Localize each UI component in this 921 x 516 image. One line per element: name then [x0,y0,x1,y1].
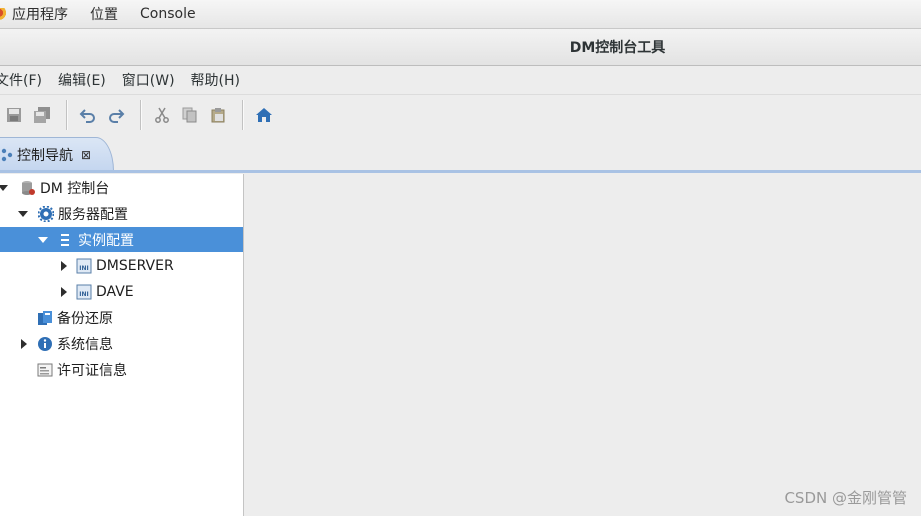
redo-icon [109,109,125,123]
save-icon [7,108,21,122]
expand-arrow-icon[interactable] [0,184,8,191]
view-tab-row: 控制导航 ⊠ [0,135,921,173]
paste-icon [211,108,225,123]
top-panel: 应用程序 位置 Console [0,0,921,29]
save-all-button[interactable] [30,103,54,127]
toolbar-separator [66,100,68,130]
tree-node-instance-dave[interactable]: INI DAVE [0,279,243,304]
svg-text:INI: INI [79,265,89,272]
tree-node-label: 服务器配置 [58,206,128,223]
tree-node-license-info[interactable]: 许可证信息 [0,357,243,382]
collapse-arrow-icon[interactable] [61,286,67,297]
database-icon [20,180,36,196]
menu-help[interactable]: 帮助(H) [191,70,240,90]
menu-bar: 文件(F) 编辑(E) 窗口(W) 帮助(H) [0,66,921,93]
applications-menu[interactable]: 应用程序 [0,4,68,24]
console-task[interactable]: Console [140,6,196,22]
screen: 应用程序 位置 Console DM控制台工具 文件(F) 编辑(E) 窗口(W… [0,0,921,516]
tree-node-root[interactable]: DM 控制台 [0,175,243,200]
places-label: 位置 [90,7,118,23]
tree-node-instance-dmserver[interactable]: INI DMSERVER [0,253,243,278]
window-title-bar[interactable]: DM控制台工具 [0,29,921,66]
tree-node-system-info[interactable]: 系统信息 [0,331,243,356]
tab-underline [0,170,921,173]
license-icon [37,362,53,378]
toolbar-separator [242,100,244,130]
cut-icon [155,107,169,123]
save-all-icon [34,107,50,123]
collapse-arrow-icon[interactable] [61,260,67,271]
menu-window[interactable]: 窗口(W) [122,70,175,90]
copy-icon [182,107,197,123]
tree-node-server-config[interactable]: 服务器配置 [0,201,243,226]
expand-arrow-icon[interactable] [18,210,28,217]
window-title: DM控制台工具 [569,40,666,56]
home-icon [256,108,272,122]
toolbar-separator [140,100,142,130]
navigator-panel: DM 控制台 服务器配置 实例配置 INI DMSERVER INI DAVE … [0,174,244,516]
applications-icon [0,8,6,20]
tree-node-label: 实例配置 [78,232,134,249]
editor-area: CSDN @金刚管管 [244,174,921,516]
tab-control-navigator[interactable]: 控制导航 ⊠ [0,137,114,171]
svg-text:INI: INI [79,291,89,298]
save-button[interactable] [2,103,26,127]
navigator-icon [1,148,13,161]
ini-file-icon: INI [76,258,92,274]
tree-node-backup-restore[interactable]: 备份还原 [0,305,243,330]
tree-node-instance-config[interactable]: 实例配置 [0,227,243,252]
tree-node-label: 系统信息 [57,336,113,353]
tree-node-label: DAVE [96,283,134,300]
close-icon[interactable]: ⊠ [81,148,91,162]
tree-node-label: 许可证信息 [57,362,127,379]
menu-file[interactable]: 文件(F) [0,70,42,90]
console-label: Console [140,6,196,22]
tree-node-label: DMSERVER [96,257,174,274]
paste-button[interactable] [206,103,230,127]
undo-button[interactable] [76,103,100,127]
backup-icon [37,310,53,326]
places-menu[interactable]: 位置 [90,4,118,24]
menu-edit[interactable]: 编辑(E) [58,70,106,90]
tree-node-label: DM 控制台 [40,180,110,197]
copy-button[interactable] [178,103,202,127]
list-icon [58,232,74,248]
info-icon [37,336,53,352]
toolbar [0,94,921,136]
applications-label: 应用程序 [12,7,68,23]
tree-node-label: 备份还原 [57,310,113,327]
redo-button[interactable] [104,103,128,127]
gear-icon [38,205,54,222]
cut-button[interactable] [150,103,174,127]
tab-label: 控制导航 [17,147,73,164]
collapse-arrow-icon[interactable] [21,338,27,349]
ini-file-icon: INI [76,284,92,300]
watermark: CSDN @金刚管管 [784,489,907,507]
undo-icon [79,109,95,123]
expand-arrow-icon[interactable] [38,236,48,243]
home-button[interactable] [252,103,276,127]
